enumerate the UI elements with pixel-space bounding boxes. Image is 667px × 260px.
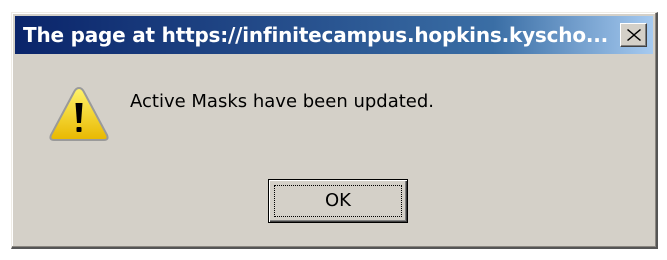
ok-button-label: OK [325, 190, 351, 211]
title-bar[interactable]: The page at https://infinitecampus.hopki… [15, 16, 653, 54]
dialog-title: The page at https://infinitecampus.hopki… [23, 23, 609, 47]
ok-button[interactable]: OK [268, 179, 408, 223]
warning-icon [49, 86, 109, 141]
alert-message: Active Masks have been updated. [130, 91, 435, 112]
alert-dialog: The page at https://infinitecampus.hopki… [11, 12, 658, 249]
close-button[interactable] [620, 23, 647, 47]
close-icon [627, 29, 641, 41]
